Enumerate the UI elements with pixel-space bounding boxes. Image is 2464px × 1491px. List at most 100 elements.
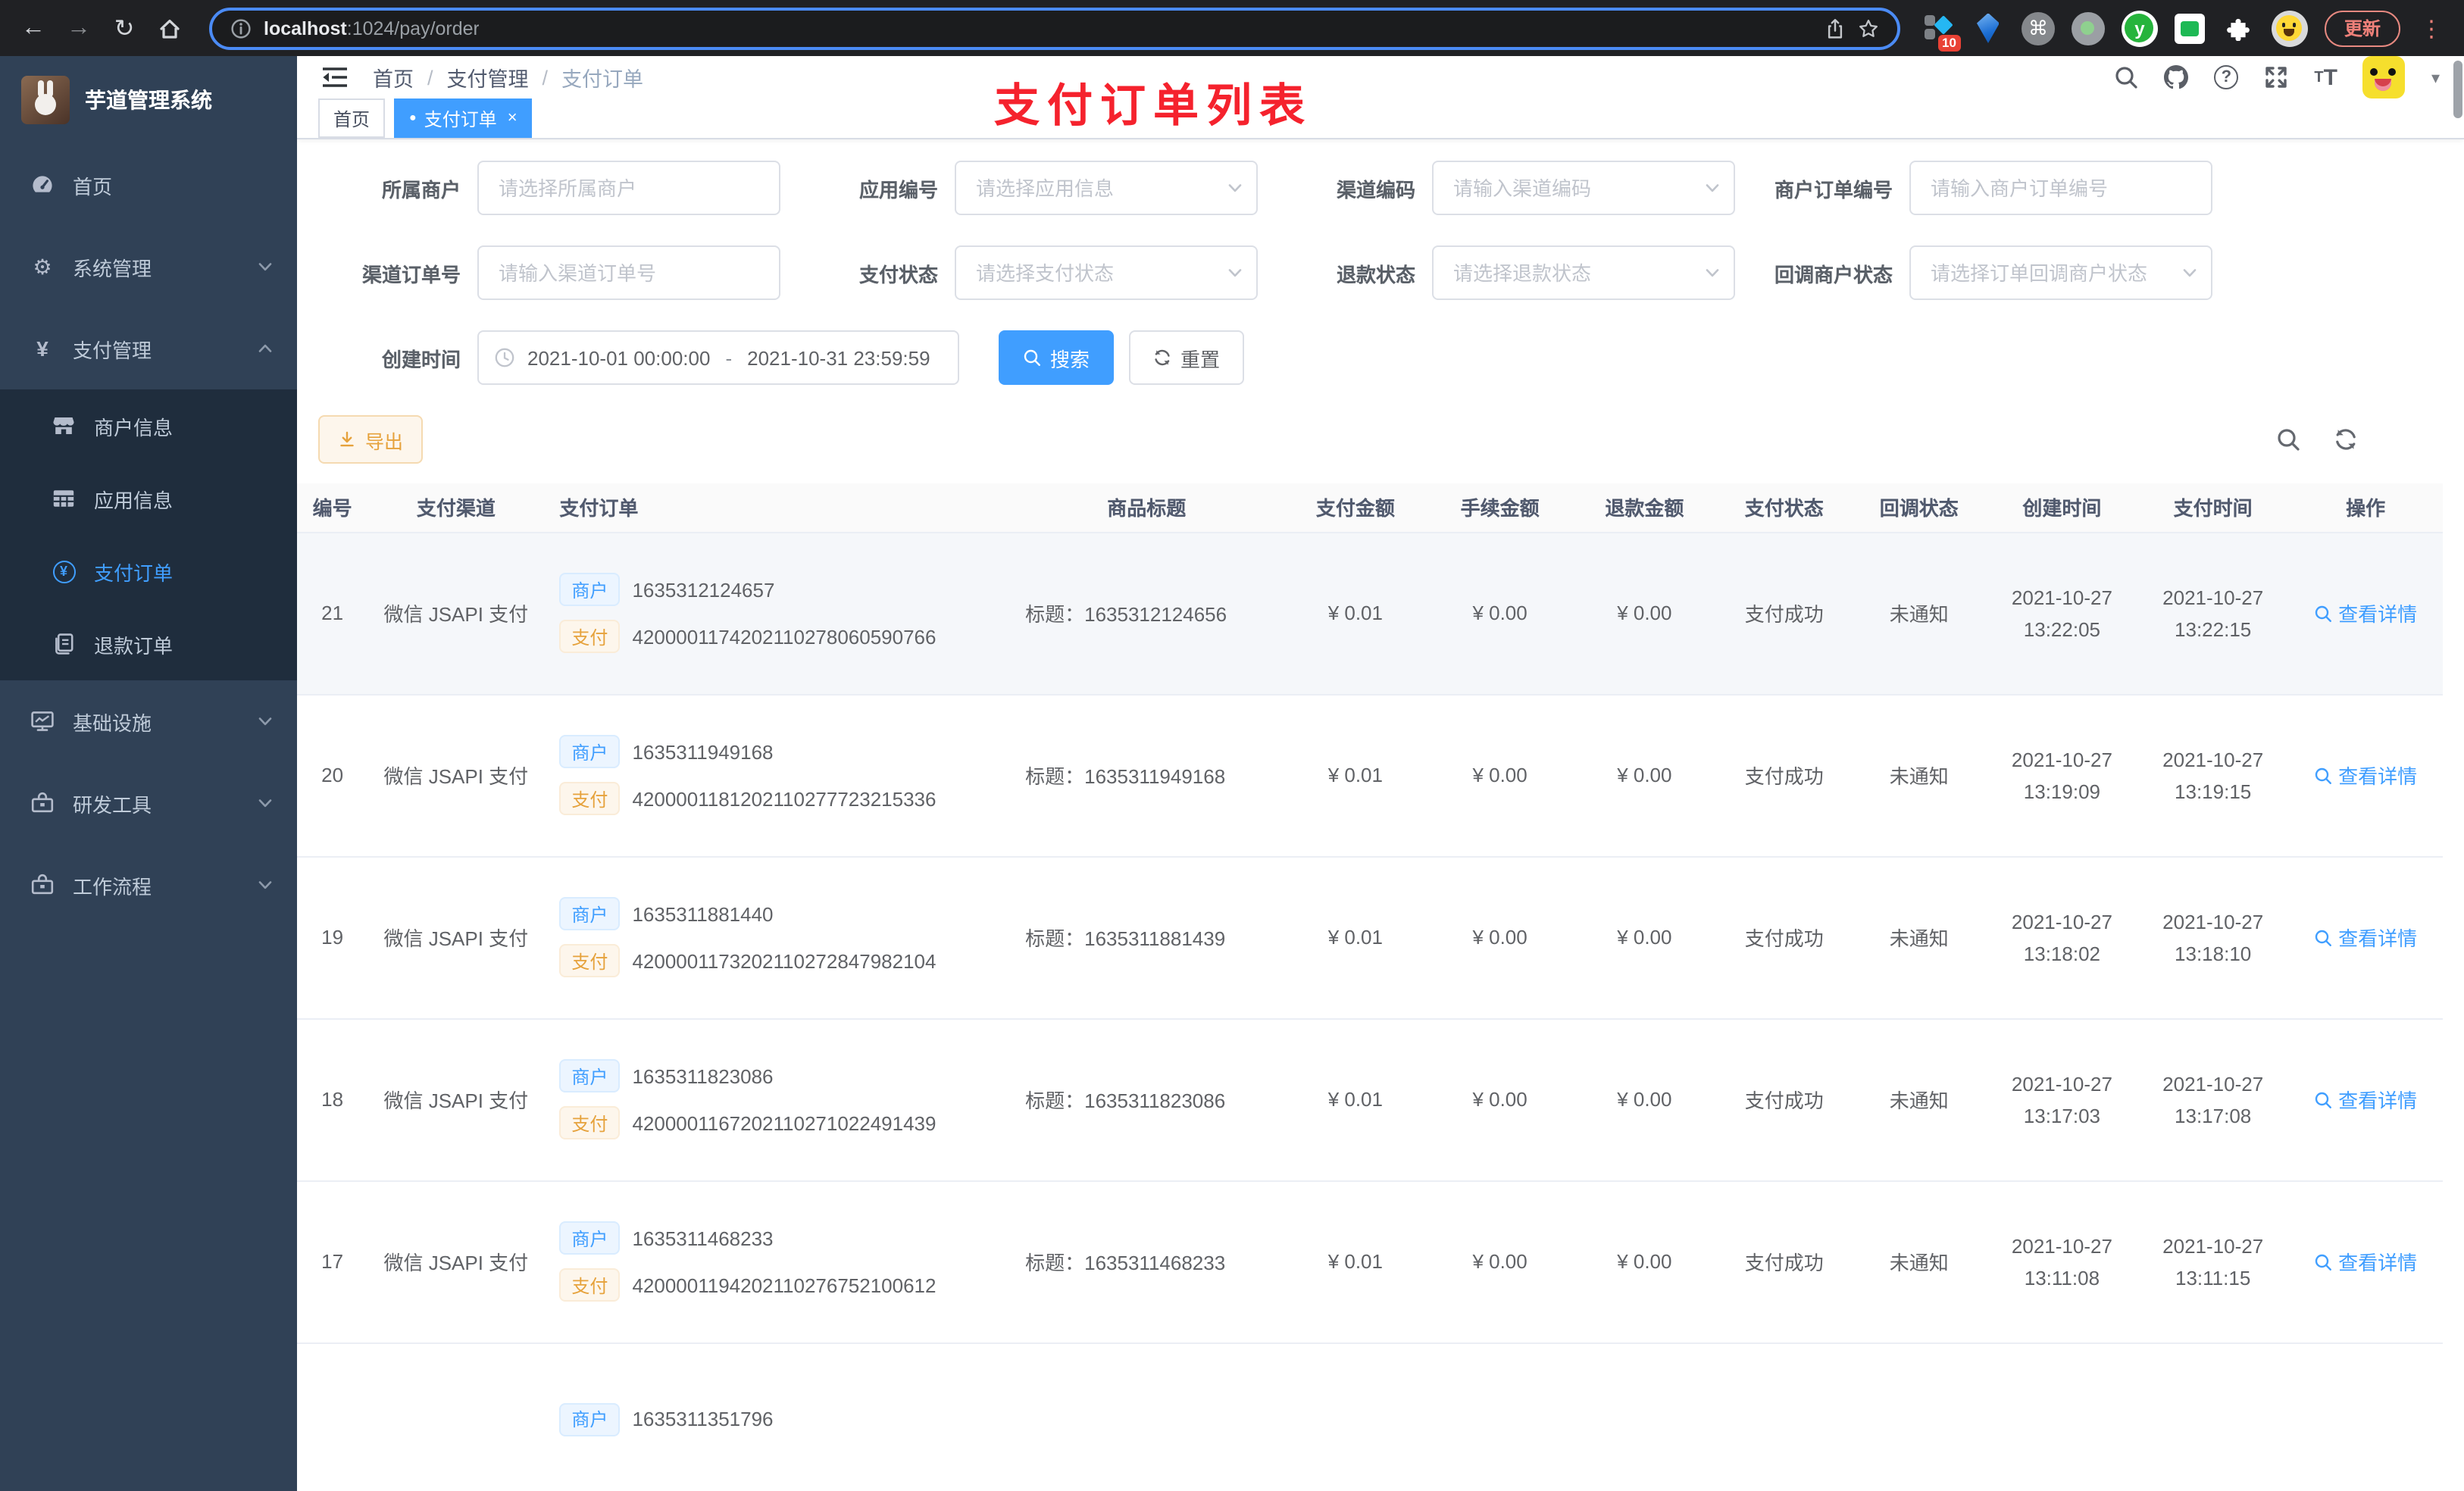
extension-command-icon[interactable]: ⌘ [2021,11,2055,45]
extension-kite-icon[interactable] [1972,11,2005,45]
sidebar-item-system[interactable]: ⚙ 系统管理 [0,226,297,308]
page-title-annotation: 支付订单列表 [994,82,1312,132]
merchant-select[interactable] [477,161,780,215]
sidebar-item-payment[interactable]: ¥ 支付管理 [0,308,297,389]
browser-reload-icon[interactable]: ↻ [106,10,142,46]
merchant-order-no-input[interactable] [1909,161,2212,215]
view-detail-link[interactable]: 查看详情 [2314,599,2417,627]
scrollbar-thumb[interactable] [2453,61,2462,118]
toggle-search-icon[interactable] [2276,427,2300,452]
channel-code-select[interactable] [1432,161,1735,215]
extensions-puzzle-icon[interactable] [2222,11,2255,45]
app-logo-row[interactable]: 芋道管理系统 [0,56,297,144]
app-title: 芋道管理系统 [85,88,212,112]
url-bar[interactable]: localhost:1024/pay/order [209,7,1900,49]
filter-field-refund-status: 退款状态 [1273,245,1735,300]
table-row[interactable]: 17 微信 JSAPI 支付 商户 1635311468233 支付 4200001… [297,1180,2443,1343]
view-detail-link[interactable]: 查看详情 [2314,1247,2417,1276]
refund-status-input[interactable] [1432,245,1735,300]
browser-forward-icon[interactable]: → [61,10,97,46]
sidebar-item-app-info[interactable]: 应用信息 [0,462,297,535]
filter-field-app: 应用编号 [796,161,1258,215]
tag-pay-order[interactable]: ● 支付订单 × [394,98,533,138]
table-row[interactable]: 21 微信 JSAPI 支付 商户 1635312124657 支付 4200001… [297,532,2443,695]
reset-button[interactable]: 重置 [1129,330,1245,385]
date-range-picker[interactable]: 2021-10-01 00:00:00 - 2021-10-31 23:59:5… [477,330,959,385]
breadcrumb-payment[interactable]: 支付管理 [447,62,529,92]
fullscreen-icon[interactable] [2264,65,2288,89]
export-button[interactable]: 导出 [318,415,424,464]
user-avatar[interactable] [2362,56,2406,98]
filter-field-merchant-order-no: 商户订单编号 [1750,161,2212,215]
browser-menu-icon[interactable]: ⋮ [2417,14,2446,42]
merchant-tag: 商户 [559,1221,621,1255]
table-row[interactable]: 20 微信 JSAPI 支付 商户 1635311949168 支付 4200001… [297,694,2443,857]
date-end-value[interactable]: 2021-10-31 23:59:59 [747,346,930,369]
filter-field-callback-status: 回调商户状态 [1750,245,2212,300]
pay-status-select[interactable] [955,245,1258,300]
callback-status-select[interactable] [1909,245,2212,300]
extension-blocks-icon[interactable]: 10 [1921,11,1961,51]
browser-back-icon[interactable]: ← [15,10,52,46]
merchant-tag: 商户 [559,735,621,768]
table-row-partial[interactable]: 商户 1635311351796 [297,1343,2443,1491]
sidebar-fold-icon[interactable] [321,64,349,91]
tag-home[interactable]: 首页 [318,98,386,138]
chevron-down-icon [255,256,276,277]
channel-code-input[interactable] [1432,161,1735,215]
browser-home-icon[interactable] [152,10,188,46]
screen: ← → ↻ localhost:1024/pay/order 10 ⌘ y 更新… [0,0,2464,1491]
bookmark-star-icon[interactable] [1858,17,1879,39]
sidebar-item-refund-order[interactable]: 退款订单 [0,608,297,680]
page-content: 所属商户 应用编号 渠道编码 [297,139,2464,1491]
url-text[interactable]: localhost:1024/pay/order [264,17,480,39]
font-size-icon[interactable]: TT [2314,64,2337,90]
table-row[interactable]: 19 微信 JSAPI 支付 商户 1635311881440 支付 4200001… [297,856,2443,1019]
app-select[interactable] [955,161,1258,215]
clock-icon [494,347,515,368]
sidebar-item-dev-tools[interactable]: 研发工具 [0,762,297,844]
profile-emoji-avatar[interactable] [2271,10,2308,46]
channel-order-no-field[interactable] [477,245,780,300]
refund-status-select[interactable] [1432,245,1735,300]
search-icon[interactable] [2114,65,2138,89]
page-scrollbar[interactable] [2453,61,2462,1488]
orders-table: 编号 支付渠道 支付订单 商品标题 支付金额 手续金额 退款金额 支付状态 回调… [297,483,2464,1491]
site-info-icon[interactable] [230,17,252,39]
channel-order-no-input[interactable] [477,245,780,300]
callback-status-input[interactable] [1909,245,2212,300]
breadcrumb-home[interactable]: 首页 [373,62,414,92]
browser-update-button[interactable]: 更新 [2324,10,2400,46]
refresh-table-icon[interactable] [2334,427,2358,452]
filter-field-merchant: 所属商户 [318,161,780,215]
sidebar-item-infra[interactable]: 基础设施 [0,680,297,762]
help-icon[interactable]: ? [2214,65,2239,89]
browser-chrome: ← → ↻ localhost:1024/pay/order 10 ⌘ y 更新… [0,0,2464,56]
extension-y-icon[interactable]: y [2121,10,2158,46]
table-row[interactable]: 18 微信 JSAPI 支付 商户 1635311823086 支付 4200001… [297,1018,2443,1181]
view-detail-link[interactable]: 查看详情 [2314,1085,2417,1114]
search-button[interactable]: 搜索 [999,330,1115,385]
app-select-input[interactable] [955,161,1258,215]
github-icon[interactable] [2164,65,2188,89]
shop-icon [47,414,80,438]
view-detail-link[interactable]: 查看详情 [2314,923,2417,952]
view-detail-link[interactable]: 查看详情 [2314,761,2417,789]
date-start-value[interactable]: 2021-10-01 00:00:00 [527,346,710,369]
sidebar-item-home[interactable]: 首页 [0,144,297,226]
extension-chat-icon[interactable] [2174,13,2205,43]
sidebar-item-pay-order[interactable]: ¥ 支付订单 [0,535,297,608]
sidebar-item-workflow[interactable]: 工作流程 [0,844,297,926]
tag-close-icon[interactable]: × [508,109,518,127]
pay-status-input[interactable] [955,245,1258,300]
sidebar-item-merchant-info[interactable]: 商户信息 [0,389,297,462]
share-icon[interactable] [1825,17,1846,39]
pay-tag: 支付 [559,620,621,653]
gear-icon: ⚙ [33,254,52,278]
extension-record-icon[interactable] [2071,11,2105,45]
merchant-order-no-field[interactable] [1909,161,2212,215]
filter-field-channel-order-no: 渠道订单号 [318,245,780,300]
yen-circle-icon: ¥ [47,560,80,583]
caret-down-icon[interactable]: ▾ [2431,67,2440,87]
merchant-select-input[interactable] [477,161,780,215]
